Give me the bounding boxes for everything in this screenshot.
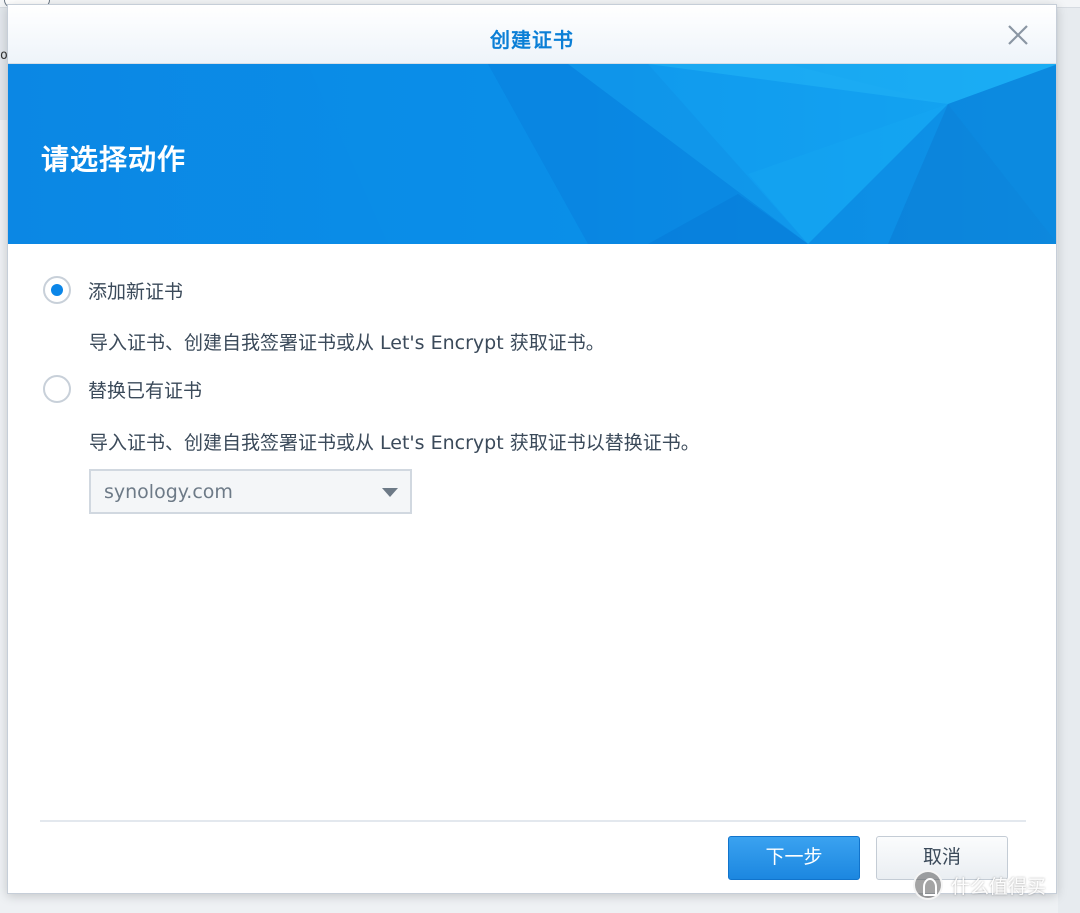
option-label-replace-existing-certificate: 替换已有证书 <box>88 379 203 402</box>
wizard-banner: 请选择动作 <box>8 64 1056 244</box>
dialog-title: 创建证书 <box>490 28 574 52</box>
footer-divider <box>40 820 1026 822</box>
radio-replace-existing-certificate[interactable] <box>43 375 71 403</box>
certificate-select[interactable]: synology.com <box>89 469 412 514</box>
dialog-titlebar: 创建证书 <box>8 5 1056 64</box>
close-icon <box>1008 25 1028 45</box>
certificate-select-value: synology.com <box>104 481 233 503</box>
close-button[interactable] <box>1006 23 1030 47</box>
option-description-replace-existing-certificate: 导入证书、创建自我签署证书或从 Let's Encrypt 获取证书以替换证书。 <box>89 432 700 454</box>
banner-title: 请选择动作 <box>41 143 187 176</box>
option-description-add-new-certificate: 导入证书、创建自我签署证书或从 Let's Encrypt 获取证书。 <box>89 332 605 354</box>
next-button[interactable]: 下一步 <box>728 836 860 880</box>
radio-add-new-certificate[interactable] <box>43 276 71 304</box>
watermark: 什么值得买 <box>913 870 1046 900</box>
option-add-new-certificate[interactable]: 添加新证书 <box>43 276 183 304</box>
background-right-panel <box>1058 8 1080 913</box>
watermark-text: 什么值得买 <box>951 875 1047 898</box>
option-replace-existing-certificate[interactable]: 替换已有证书 <box>43 375 202 403</box>
option-label-add-new-certificate: 添加新证书 <box>88 280 184 303</box>
create-certificate-dialog: 创建证书 请选择动作 添加新证书 导入证书、创建自我签署证书或从 Let's E… <box>7 4 1057 894</box>
chevron-down-icon <box>382 488 398 497</box>
watermark-logo-icon <box>913 870 943 900</box>
